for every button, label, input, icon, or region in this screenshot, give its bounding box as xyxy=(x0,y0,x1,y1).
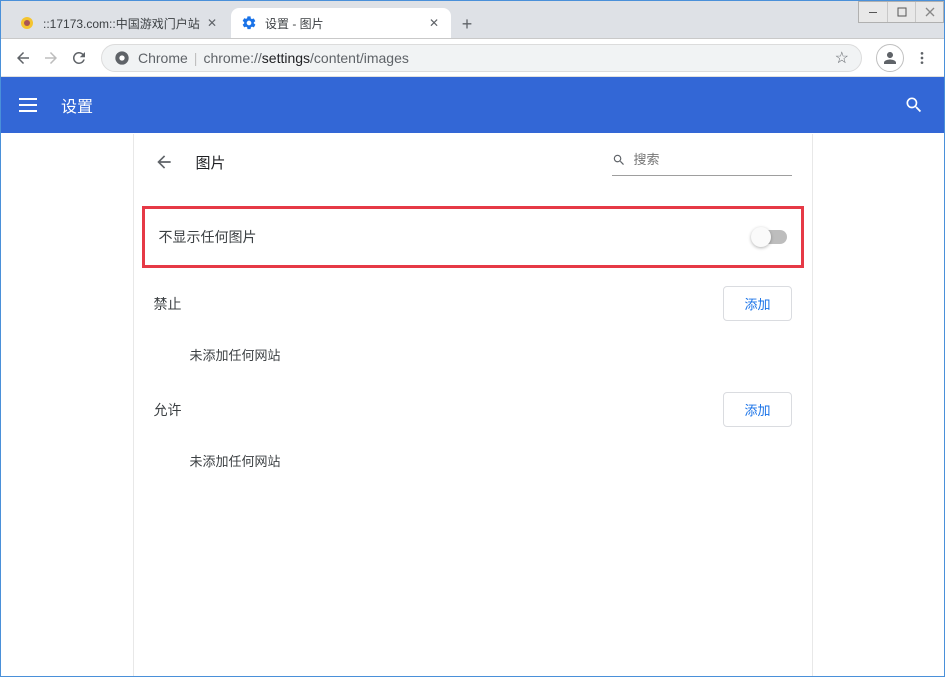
kebab-icon xyxy=(914,50,930,66)
images-toggle-row[interactable]: 不显示任何图片 xyxy=(145,209,801,265)
page-back-button[interactable] xyxy=(154,152,178,172)
new-tab-button[interactable]: + xyxy=(453,10,481,38)
nav-back-button[interactable] xyxy=(9,44,37,72)
minimize-button[interactable] xyxy=(859,2,887,22)
page-title: 图片 xyxy=(196,152,612,173)
tab-close-button[interactable]: ✕ xyxy=(205,16,219,30)
favicon-settings xyxy=(241,15,257,31)
images-toggle-switch[interactable] xyxy=(753,230,787,244)
arrow-right-icon xyxy=(42,49,60,67)
close-icon xyxy=(925,7,935,17)
close-window-button[interactable] xyxy=(915,2,943,22)
search-icon xyxy=(904,95,924,115)
omnibox[interactable]: Chrome | chrome://settings/content/image… xyxy=(101,44,862,72)
maximize-button[interactable] xyxy=(887,2,915,22)
url-separator: | xyxy=(194,50,198,66)
block-section: 禁止 添加 未添加任何网站 xyxy=(134,268,812,374)
settings-search-button[interactable] xyxy=(902,93,926,117)
block-add-button[interactable]: 添加 xyxy=(723,286,791,321)
menu-button[interactable] xyxy=(19,93,43,117)
tab-17173[interactable]: ::17173.com::中国游戏门户站 ✕ xyxy=(9,8,229,38)
page-search[interactable] xyxy=(612,148,792,176)
settings-panel: 图片 不显示任何图片 禁止 xyxy=(133,134,813,676)
url-product: Chrome xyxy=(138,50,188,66)
block-section-title: 禁止 xyxy=(154,294,724,314)
toggle-label: 不显示任何图片 xyxy=(159,227,753,247)
page-header: 图片 xyxy=(134,134,812,190)
tab-title: 设置 - 图片 xyxy=(265,15,427,32)
url-path-rest: /content/images xyxy=(310,50,409,66)
chrome-icon xyxy=(114,50,130,66)
allow-add-button[interactable]: 添加 xyxy=(723,392,791,427)
tab-close-button[interactable]: ✕ xyxy=(427,16,441,30)
chrome-menu-button[interactable] xyxy=(908,44,936,72)
allow-section-title: 允许 xyxy=(154,400,724,420)
person-icon xyxy=(881,49,899,67)
toolbar: Chrome | chrome://settings/content/image… xyxy=(1,39,944,77)
block-empty-message: 未添加任何网站 xyxy=(154,321,792,374)
tab-title: ::17173.com::中国游戏门户站 xyxy=(43,15,205,32)
url-path-bold: settings xyxy=(262,50,310,66)
page-search-input[interactable] xyxy=(634,152,810,167)
arrow-left-icon xyxy=(14,49,32,67)
favicon-17173 xyxy=(19,15,35,31)
settings-header: 设置 xyxy=(1,77,944,133)
reload-icon xyxy=(70,49,88,67)
window-controls xyxy=(858,1,944,23)
nav-forward-button[interactable] xyxy=(37,44,65,72)
allow-section: 允许 添加 未添加任何网站 xyxy=(134,374,812,480)
section-header: 允许 添加 xyxy=(154,392,792,427)
reload-button[interactable] xyxy=(65,44,93,72)
section-header: 禁止 添加 xyxy=(154,286,792,321)
highlight-box: 不显示任何图片 xyxy=(142,206,804,268)
bookmark-star-button[interactable]: ☆ xyxy=(835,48,849,68)
allow-empty-message: 未添加任何网站 xyxy=(154,427,792,480)
profile-button[interactable] xyxy=(876,44,904,72)
content-area: 图片 不显示任何图片 禁止 xyxy=(1,134,944,676)
toggle-knob xyxy=(751,227,771,247)
url-scheme: chrome:// xyxy=(203,50,261,66)
minimize-icon xyxy=(868,7,878,17)
browser-window: ::17173.com::中国游戏门户站 ✕ 设置 - 图片 ✕ + Chrom… xyxy=(0,0,945,677)
settings-title: 设置 xyxy=(61,93,902,117)
maximize-icon xyxy=(897,7,907,17)
search-icon xyxy=(612,153,626,167)
arrow-left-icon xyxy=(154,152,174,172)
tab-strip: ::17173.com::中国游戏门户站 ✕ 设置 - 图片 ✕ + xyxy=(1,1,944,39)
tab-settings-images[interactable]: 设置 - 图片 ✕ xyxy=(231,8,451,38)
